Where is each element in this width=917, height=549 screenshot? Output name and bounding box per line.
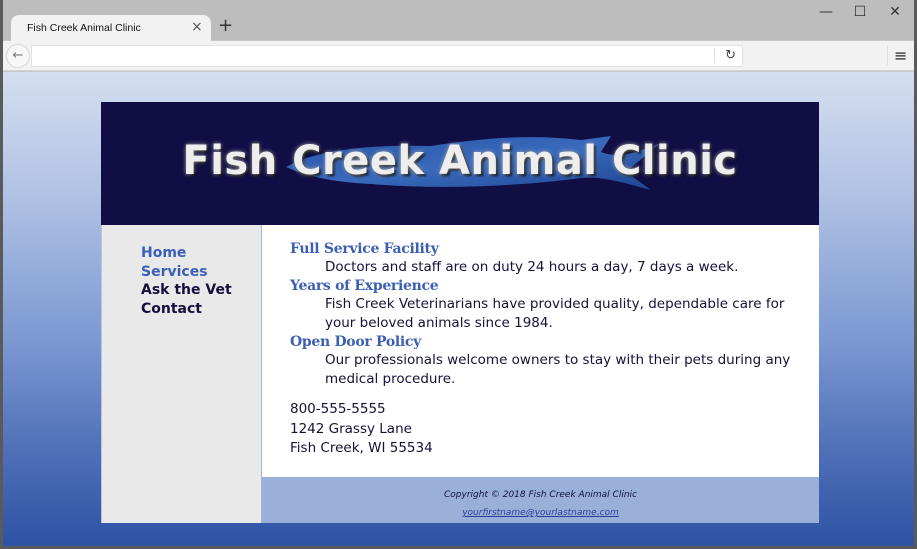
site-footer: Copyright © 2018 Fish Creek Animal Clini… (261, 477, 819, 523)
email-link[interactable]: yourfirstname@yourlastname.com (462, 508, 619, 518)
nav-link-services[interactable]: Services (141, 264, 208, 280)
contact-info: 800-555-5555 1242 Grassy Lane Fish Creek… (290, 400, 810, 459)
section-heading: Open Door Policy (290, 334, 421, 350)
copyright-text: Copyright © 2018 Fish Creek Animal Clini… (444, 490, 637, 500)
street-address: 1242 Grassy Lane (290, 420, 412, 437)
section-text: Fish Creek Veterinarians have provided q… (325, 296, 785, 331)
page-viewport: Fish Creek Animal Clinic Home Services A… (3, 72, 914, 546)
maximize-icon[interactable]: ☐ (845, 4, 875, 20)
phone-number: 800-555-5555 (290, 401, 386, 417)
section-text: Our professionals welcome owners to stay… (325, 352, 791, 387)
browser-window: Fish Creek Animal Clinic × + — ☐ ✕ ← ↻ ≡ (3, 0, 914, 546)
title-bar: Fish Creek Animal Clinic × + — ☐ ✕ (3, 0, 914, 41)
main-content: Full Service Facility Doctors and staff … (261, 225, 819, 477)
site-title: Fish Creek Animal Clinic (182, 138, 738, 184)
site-header: Fish Creek Animal Clinic (101, 102, 819, 225)
back-arrow-icon[interactable]: ← (6, 44, 30, 68)
section-heading: Years of Experience (290, 278, 439, 294)
browser-tab[interactable]: Fish Creek Animal Clinic × (11, 15, 211, 41)
address-bar[interactable]: ↻ (31, 45, 743, 67)
reload-icon[interactable]: ↻ (714, 48, 736, 63)
section-heading: Full Service Facility (290, 241, 439, 257)
page-wrapper: Fish Creek Animal Clinic Home Services A… (101, 102, 819, 523)
nav-link-home[interactable]: Home (141, 245, 186, 261)
site-nav: Home Services Ask the Vet Contact (101, 225, 261, 523)
nav-link-contact[interactable]: Contact (141, 301, 202, 317)
new-tab-icon[interactable]: + (218, 16, 233, 36)
browser-toolbar: ← ↻ ≡ (3, 41, 914, 71)
section-text: Doctors and staff are on duty 24 hours a… (325, 259, 739, 275)
nav-link-ask-the-vet[interactable]: Ask the Vet (141, 282, 232, 298)
city-state-zip: Fish Creek, WI 55534 (290, 440, 433, 456)
hamburger-menu-icon[interactable]: ≡ (887, 46, 907, 65)
minimize-icon[interactable]: — (811, 4, 841, 20)
close-window-icon[interactable]: ✕ (880, 4, 910, 20)
tab-title: Fish Creek Animal Clinic (27, 22, 141, 34)
close-tab-icon[interactable]: × (191, 19, 203, 35)
